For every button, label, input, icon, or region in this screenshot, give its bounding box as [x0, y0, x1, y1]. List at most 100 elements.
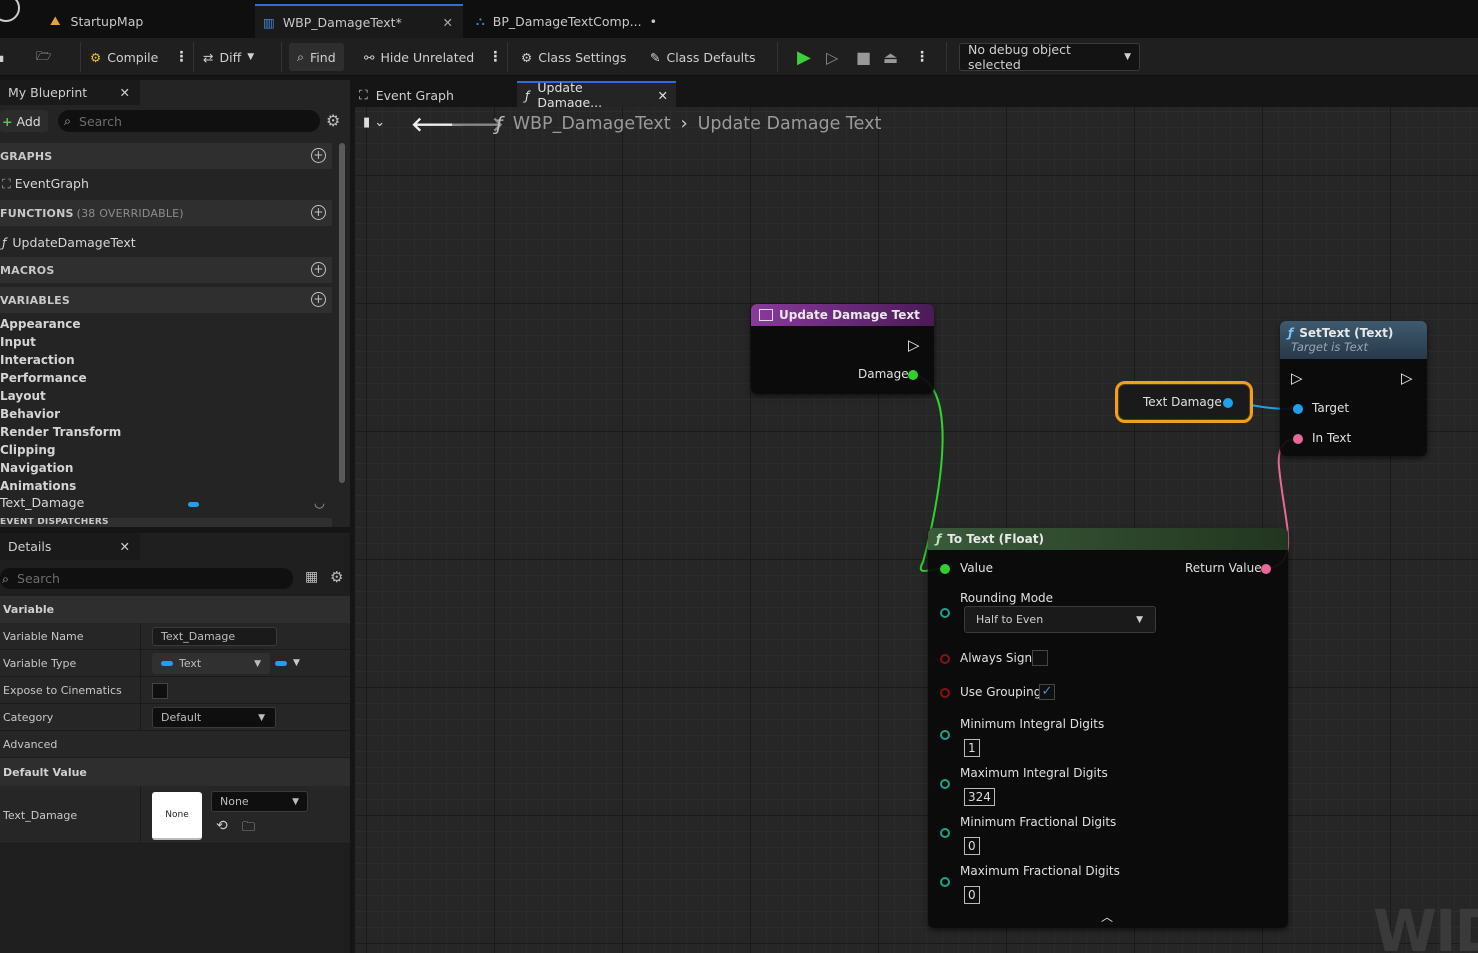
- add-function-icon[interactable]: +: [311, 205, 326, 220]
- rounding-mode-pin[interactable]: [940, 608, 950, 618]
- collapse-arrow-icon[interactable]: ︿: [1101, 908, 1113, 925]
- intext-pin[interactable]: [1293, 434, 1303, 444]
- category-select[interactable]: Default ▼: [152, 707, 276, 728]
- add-graph-icon[interactable]: +: [311, 148, 326, 163]
- var-category-behavior[interactable]: Behavior: [0, 407, 60, 421]
- container-type-select[interactable]: ▼: [275, 658, 300, 668]
- text-damage-out-pin[interactable]: [1223, 398, 1233, 408]
- use-grouping-pin[interactable]: [940, 688, 950, 698]
- tab-event-graph[interactable]: ⛶ Event Graph: [359, 84, 454, 106]
- exec-out-pin[interactable]: ▷: [908, 336, 920, 354]
- class-settings-button[interactable]: ⚙ Class Settings: [521, 43, 626, 71]
- compile-options-icon[interactable]: ⋮: [174, 49, 188, 65]
- close-icon[interactable]: ✕: [443, 15, 453, 30]
- var-category-navigation[interactable]: Navigation: [0, 461, 73, 475]
- class-defaults-button[interactable]: ✎ Class Defaults: [650, 43, 756, 71]
- browse-button[interactable]: 🗁: [36, 43, 52, 71]
- expose-cinematics-checkbox[interactable]: [152, 683, 168, 699]
- min-fractional-pin[interactable]: [940, 828, 950, 838]
- max-integral-input[interactable]: 324: [964, 788, 995, 806]
- variable-item-text-damage[interactable]: Text_Damage ◡: [0, 495, 332, 515]
- var-category-animations[interactable]: Animations: [0, 479, 76, 493]
- functions-section[interactable]: FUNCTIONS (38 OVERRIDABLE) +: [0, 200, 332, 226]
- function-entry-node[interactable]: Update Damage Text ▷ Damage: [751, 304, 934, 394]
- min-integral-input[interactable]: 1: [964, 739, 980, 757]
- settings-gear-icon[interactable]: ⚙: [326, 111, 340, 130]
- var-category-interaction[interactable]: Interaction: [0, 353, 75, 367]
- add-variable-icon[interactable]: +: [311, 292, 326, 307]
- advanced-row[interactable]: Advanced: [0, 731, 350, 758]
- value-pin[interactable]: [940, 564, 950, 574]
- graphs-section[interactable]: GRAPHS +: [0, 143, 332, 169]
- hide-unrelated-button[interactable]: ⚯ Hide Unrelated ⋮: [364, 43, 502, 71]
- var-category-performance[interactable]: Performance: [0, 371, 87, 385]
- reset-arrow-icon[interactable]: ⟲: [216, 818, 228, 834]
- diff-button[interactable]: ⇄ Diff ▼: [203, 43, 254, 71]
- find-button[interactable]: ⌕ Find: [289, 43, 344, 71]
- variable-type-select[interactable]: Text ▼: [152, 653, 270, 674]
- settext-node[interactable]: ƒ SetText (Text) Target is Text ▷ ▷ Targe…: [1280, 321, 1427, 456]
- graph-item-eventgraph[interactable]: ⛶ EventGraph: [2, 176, 89, 192]
- default-value-section-header[interactable]: Default Value: [0, 758, 350, 786]
- table-view-icon[interactable]: ▦: [305, 569, 318, 585]
- default-value-select[interactable]: None ▼: [211, 791, 308, 812]
- unreal-logo-icon[interactable]: [0, 0, 20, 22]
- return-value-pin[interactable]: [1261, 564, 1271, 574]
- totext-float-node[interactable]: ƒ To Text (Float) Value Return Value Rou…: [928, 528, 1288, 928]
- var-category-layout[interactable]: Layout: [0, 389, 46, 403]
- variable-section-header[interactable]: Variable: [0, 596, 350, 623]
- tab-label: WBP_DamageText*: [282, 14, 402, 30]
- settings-gear-icon[interactable]: ⚙: [330, 568, 343, 586]
- scrollbar[interactable]: [339, 143, 345, 483]
- tab-startupmap[interactable]: ⛰ StartupMap: [40, 4, 250, 38]
- tab-bp-damagetextcomp[interactable]: ⛬ BP_DamageTextComp... •: [468, 4, 678, 38]
- graph-canvas[interactable]: ▮ ⌄ 🡐 🡒 ƒ WBP_DamageText › Update Damage…: [355, 107, 1478, 953]
- max-integral-pin[interactable]: [940, 779, 950, 789]
- play-button[interactable]: ▶: [797, 43, 811, 71]
- browse-asset-icon[interactable]: 🗀: [242, 818, 255, 840]
- exec-in-pin[interactable]: ▷: [1291, 369, 1303, 387]
- damage-pin[interactable]: [908, 370, 918, 380]
- compile-button[interactable]: ⚙ Compile ⋮: [90, 43, 188, 71]
- hide-unrelated-options-icon[interactable]: ⋮: [488, 49, 502, 65]
- target-pin[interactable]: [1293, 404, 1303, 414]
- play-options-icon[interactable]: ⋮: [915, 43, 929, 71]
- step-button[interactable]: ▷: [826, 43, 838, 71]
- details-search-input[interactable]: ⌕ Search: [0, 568, 293, 589]
- close-icon[interactable]: ✕: [120, 539, 130, 554]
- always-sign-pin[interactable]: [940, 654, 950, 664]
- tab-update-damage[interactable]: ƒ Update Damage... ✕: [517, 80, 676, 110]
- tab-wbp-damagetext[interactable]: ▥ WBP_DamageText* ✕: [255, 4, 463, 38]
- always-sign-checkbox[interactable]: [1032, 650, 1048, 666]
- var-category-input[interactable]: Input: [0, 335, 36, 349]
- save-button[interactable]: ▪: [0, 43, 4, 71]
- var-category-clipping[interactable]: Clipping: [0, 443, 55, 457]
- eject-button[interactable]: ⏏: [883, 43, 898, 71]
- event-dispatchers-section[interactable]: EVENT DISPATCHERS: [0, 518, 332, 527]
- add-macro-icon[interactable]: +: [311, 262, 326, 277]
- exec-out-pin[interactable]: ▷: [1401, 369, 1413, 387]
- var-category-appearance[interactable]: Appearance: [0, 317, 81, 331]
- use-grouping-checkbox[interactable]: ✓: [1039, 684, 1055, 700]
- variables-section[interactable]: VARIABLES +: [0, 287, 332, 313]
- var-category-render-transform[interactable]: Render Transform: [0, 425, 121, 439]
- min-integral-pin[interactable]: [940, 730, 950, 740]
- visibility-eye-icon[interactable]: ◡: [314, 495, 325, 510]
- text-damage-getter-node[interactable]: Text Damage: [1115, 381, 1253, 423]
- rounding-mode-select[interactable]: Half to Even ▼: [964, 606, 1156, 633]
- close-icon[interactable]: ✕: [658, 88, 668, 103]
- max-fractional-input[interactable]: 0: [964, 886, 980, 904]
- max-fractional-pin[interactable]: [940, 877, 950, 887]
- variable-name-field[interactable]: Text_Damage: [152, 627, 277, 646]
- macros-section[interactable]: MACROS +: [0, 257, 332, 283]
- min-fractional-input[interactable]: 0: [964, 837, 980, 855]
- stop-button[interactable]: ■: [856, 43, 871, 71]
- debug-object-select[interactable]: No debug object selected ▼: [959, 42, 1140, 72]
- add-button[interactable]: + Add: [0, 110, 48, 132]
- preview-text: None: [165, 810, 189, 820]
- function-item-updatedamagetext[interactable]: ƒ UpdateDamageText: [2, 235, 136, 250]
- details-tab[interactable]: Details ✕: [0, 533, 140, 560]
- my-blueprint-tab[interactable]: My Blueprint ✕: [0, 80, 140, 105]
- close-icon[interactable]: ✕: [120, 85, 130, 100]
- search-input[interactable]: ⌕ Search: [58, 110, 320, 132]
